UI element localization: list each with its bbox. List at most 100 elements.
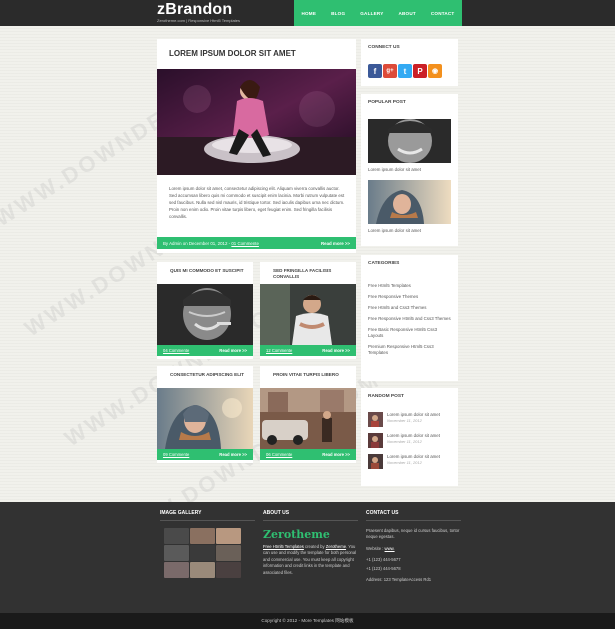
category-link[interactable]: Premium Responsive Html5 Css3 Templates — [368, 344, 453, 356]
footer-contact: CONTACT US Praesent dapibus, neque id cu… — [366, 510, 461, 583]
popular-post-image[interactable] — [368, 180, 451, 224]
read-more-link[interactable]: Read more >> — [322, 348, 350, 353]
main-nav: HOME BLOG GALLERY ABOUT CONTACT — [294, 0, 462, 26]
footer-brand: Zerotheme — [263, 528, 330, 541]
googleplus-icon[interactable]: g+ — [383, 64, 397, 78]
contact-intro: Praesent dapibus, neque id cursus faucib… — [366, 528, 460, 540]
read-more-link[interactable]: Read more >> — [219, 348, 247, 353]
categories-widget: CATEGORIES Free Html5 Templates Free Res… — [361, 255, 458, 381]
read-more-link[interactable]: Read more >> — [322, 452, 350, 457]
category-link[interactable]: Free Html5 Templates — [368, 283, 453, 289]
random-post-item[interactable]: Lorem ipsum dolor sit amet November 11, … — [368, 454, 440, 469]
footer-title: CONTACT US — [366, 510, 461, 521]
category-link[interactable]: Free Basic Responsive Html5 Css3 Layouts — [368, 327, 453, 339]
comments-link[interactable]: 06 Commente — [266, 452, 292, 457]
contact-phone: +1 (123) 444-5677 — [366, 557, 401, 563]
gallery-thumb[interactable] — [164, 562, 189, 578]
small-post-bar: 06 Commente Read more >> — [260, 449, 356, 460]
random-post-date: November 11, 2012 — [387, 460, 422, 465]
post-image[interactable] — [157, 69, 356, 175]
small-post-image[interactable] — [157, 284, 253, 345]
category-link[interactable]: Free Responsive Themes — [368, 294, 453, 300]
popular-post-caption[interactable]: Lorem ipsum dolor sit amet — [368, 228, 421, 233]
nav-gallery[interactable]: GALLERY — [360, 11, 383, 16]
gallery-grid — [164, 528, 255, 578]
category-list: Free Html5 Templates Free Responsive The… — [368, 283, 453, 361]
random-post-item[interactable]: Lorem ipsum dolor sit amet November 11, … — [368, 412, 440, 427]
website-link[interactable]: www. — [385, 546, 395, 551]
small-post-title[interactable]: CONSECTETUR ADIPISCING ELIT — [170, 372, 245, 378]
social-icons: f g+ t P ◉ — [368, 64, 442, 78]
contact-address: Address: 123 TemplateAccess Rd1 — [366, 577, 432, 583]
gallery-thumb[interactable] — [190, 545, 215, 561]
read-more-link[interactable]: Read more >> — [321, 241, 350, 246]
footer-about: ABOUT US Zerotheme Free Html5 Templates … — [263, 510, 358, 576]
logo-text[interactable]: zBrandon — [157, 2, 240, 18]
contact-phone: +1 (123) 444-5678 — [366, 565, 401, 571]
popular-post-image[interactable] — [368, 119, 451, 163]
random-post-thumb[interactable] — [368, 412, 383, 427]
footer-title: ABOUT US — [263, 510, 358, 521]
author-link[interactable]: Zerotheme — [326, 544, 346, 549]
small-post-bar: 09 Commente Read more >> — [157, 449, 253, 460]
comments-link[interactable]: 09 Commente — [163, 452, 189, 457]
small-post-image[interactable] — [260, 284, 356, 345]
gallery-thumb[interactable] — [216, 545, 241, 561]
gallery-thumb[interactable] — [216, 528, 241, 544]
popular-post-caption[interactable]: Lorem ipsum dolor sit amet — [368, 167, 421, 172]
comments-link[interactable]: 12 Commente — [266, 348, 292, 353]
widget-title: CATEGORIES — [368, 261, 400, 266]
small-post-title[interactable]: PROIN VITAE TURPIS LIBERO — [273, 372, 348, 378]
read-more-link[interactable]: Read more >> — [219, 452, 247, 457]
connect-widget: CONNECT US f g+ t P ◉ — [361, 39, 458, 86]
widget-title: RANDOM POST — [368, 394, 404, 399]
small-post: PROIN VITAE TURPIS LIBERO 06 Commente Re… — [260, 366, 356, 463]
site-header: zBrandon Zerotheme.com | Responsive Html… — [0, 0, 615, 26]
tagline: Zerotheme.com | Responsive Html5 Templat… — [157, 18, 240, 23]
widget-title: POPULAR POST — [368, 100, 406, 105]
small-post-title[interactable]: SED FRINGILLA FACILISIS CONVALLIS — [273, 268, 348, 280]
small-post: CONSECTETUR ADIPISCING ELIT 09 Commente … — [157, 366, 253, 463]
small-post-image[interactable] — [157, 388, 253, 449]
nav-contact[interactable]: CONTACT — [431, 11, 455, 16]
nav-blog[interactable]: BLOG — [331, 11, 345, 16]
random-post-date: November 11, 2012 — [387, 439, 422, 444]
small-post-title[interactable]: QUIS MI COMMODO ET SUSCIPIT — [170, 268, 245, 274]
pinterest-icon[interactable]: P — [413, 64, 427, 78]
small-post: QUIS MI COMMODO ET SUSCIPIT 04 Commente … — [157, 262, 253, 359]
rss-icon[interactable]: ◉ — [428, 64, 442, 78]
gallery-thumb[interactable] — [164, 545, 189, 561]
random-post-thumb[interactable] — [368, 454, 383, 469]
contact-website: Website : www. — [366, 546, 461, 552]
facebook-icon[interactable]: f — [368, 64, 382, 78]
category-link[interactable]: Free Responsive Html5 and Css3 Themes — [368, 316, 453, 322]
small-post-bar: 12 Commente Read more >> — [260, 345, 356, 356]
gallery-thumb[interactable] — [190, 562, 215, 578]
nav-about[interactable]: ABOUT — [399, 11, 416, 16]
post-title[interactable]: LOREM IPSUM DOLOR SIT AMET — [169, 49, 296, 58]
gallery-thumb[interactable] — [190, 528, 215, 544]
small-post-image[interactable] — [260, 388, 356, 449]
category-link[interactable]: Free Html5 and Css3 Themes — [368, 305, 453, 311]
footer-gallery: IMAGE GALLERY — [160, 510, 255, 578]
random-post-thumb[interactable] — [368, 433, 383, 448]
about-text: Free Html5 Templates created by Zerothem… — [263, 544, 358, 576]
about-link[interactable]: Free Html5 Templates — [263, 544, 304, 549]
random-post-item[interactable]: Lorem ipsum dolor sit amet November 11, … — [368, 433, 440, 448]
post-comments-link[interactable]: 01 Commente — [231, 241, 259, 246]
small-post-bar: 04 Commente Read more >> — [157, 345, 253, 356]
gallery-thumb[interactable] — [164, 528, 189, 544]
nav-home[interactable]: HOME — [302, 11, 317, 16]
post-meta-prefix: By Admin on December 01, 2012 - — [163, 240, 232, 246]
twitter-icon[interactable]: t — [398, 64, 412, 78]
copyright: Copyright © 2012 - More Templates 网站模板 — [0, 613, 615, 629]
popular-post-widget: POPULAR POST Lorem ipsum dolor sit amet … — [361, 94, 458, 246]
logo[interactable]: zBrandon Zerotheme.com | Responsive Html… — [157, 2, 240, 24]
random-post-date: November 11, 2012 — [387, 418, 422, 423]
random-post-widget: RANDOM POST Lorem ipsum dolor sit amet N… — [361, 388, 458, 486]
gallery-thumb[interactable] — [216, 562, 241, 578]
site-footer: IMAGE GALLERY ABOUT US Zerotheme Free Ht… — [0, 502, 615, 629]
main-post: LOREM IPSUM DOLOR SIT AMET Lorem ipsum d — [157, 39, 356, 253]
post-meta-bar: By Admin on December 01, 2012 - 01 Comme… — [157, 237, 356, 249]
comments-link[interactable]: 04 Commente — [163, 348, 189, 353]
